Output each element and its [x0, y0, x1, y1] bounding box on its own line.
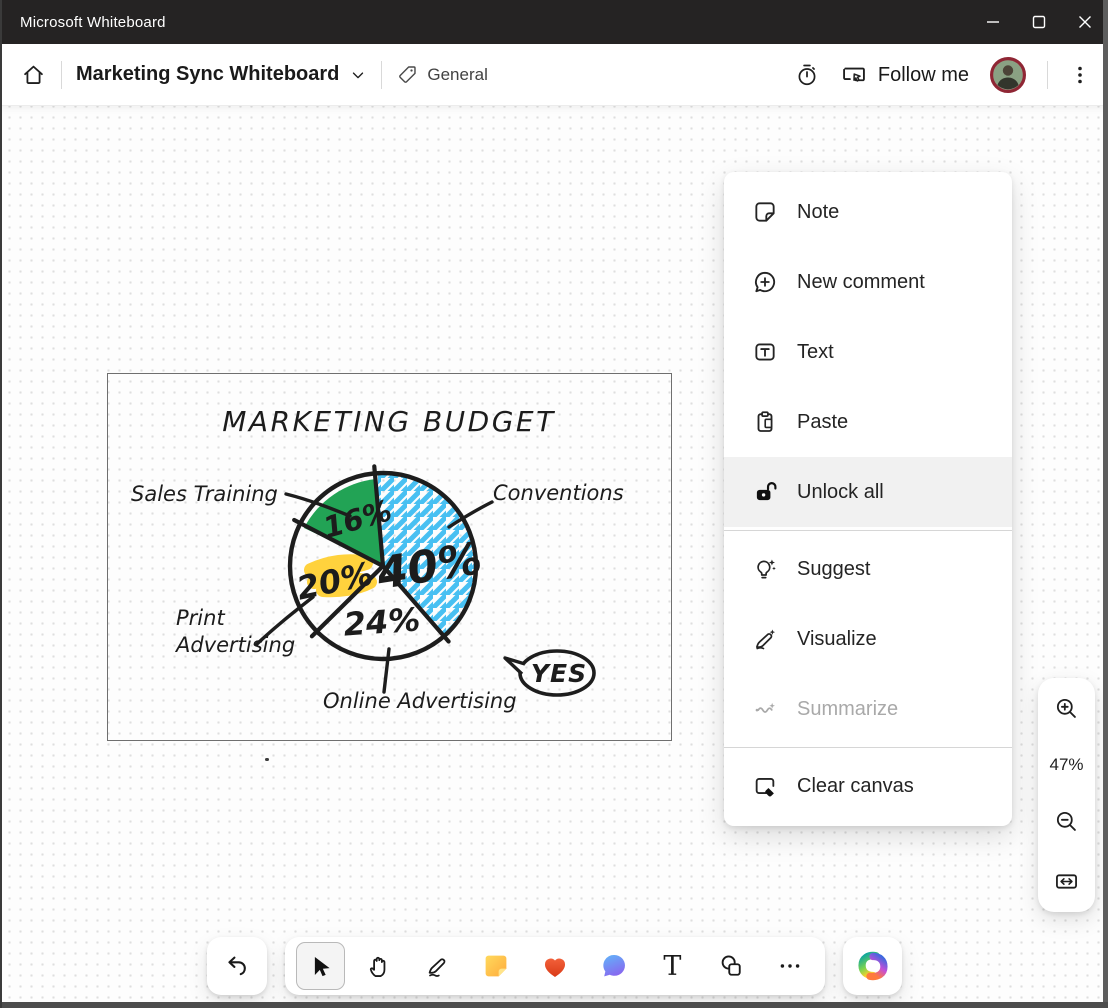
kebab-menu-icon — [1068, 62, 1092, 88]
fit-to-screen-button[interactable] — [1053, 868, 1080, 895]
menu-item-new-comment[interactable]: New comment — [724, 247, 1012, 317]
more-options-button[interactable] — [1068, 62, 1092, 88]
avatar[interactable] — [989, 56, 1027, 94]
app-title: Microsoft Whiteboard — [20, 14, 166, 31]
menu-item-text[interactable]: Text — [724, 317, 1012, 387]
more-tools-button[interactable] — [760, 937, 819, 995]
label-conventions: Conventions — [493, 481, 624, 505]
present-cursor-icon — [840, 61, 868, 89]
zoom-out-icon — [1053, 808, 1080, 835]
select-cursor-icon — [307, 953, 334, 980]
copilot-icon — [856, 949, 890, 983]
sticky-note-tool[interactable] — [467, 937, 526, 995]
zoom-out-button[interactable] — [1053, 808, 1080, 835]
loop-tag-button[interactable]: General — [396, 63, 487, 86]
follow-me-button[interactable]: Follow me — [840, 61, 969, 89]
ellipsis-icon — [777, 953, 803, 979]
close-button[interactable] — [1062, 0, 1108, 44]
timer-button[interactable] — [794, 62, 820, 88]
pan-tool[interactable] — [350, 937, 409, 995]
board-title-button[interactable]: Marketing Sync Whiteboard — [76, 63, 367, 86]
label-sales-training: Sales Training — [131, 482, 278, 506]
avatar-photo — [989, 56, 1027, 94]
home-icon — [20, 61, 47, 88]
maximize-button[interactable] — [1016, 0, 1062, 44]
menu-item-visualize[interactable]: Visualize — [724, 604, 1012, 674]
maximize-icon — [1032, 15, 1046, 29]
shapes-tool[interactable] — [702, 937, 761, 995]
header-divider — [61, 61, 62, 89]
pie-value-24: 24% — [342, 600, 421, 643]
window-edge-bottom — [0, 1002, 1108, 1008]
menu-item-paste[interactable]: Paste — [724, 387, 1012, 457]
header-divider-3 — [1047, 61, 1048, 89]
menu-item-unlock-all[interactable]: Unlock all — [724, 457, 1012, 527]
menu-item-note[interactable]: Note — [724, 177, 1012, 247]
text-tool-glyph: T — [663, 951, 681, 982]
header-divider-2 — [381, 61, 382, 89]
note-icon — [751, 199, 778, 226]
reaction-tool[interactable] — [526, 937, 585, 995]
label-print-2: Advertising — [174, 633, 295, 657]
heart-icon — [540, 951, 570, 981]
whiteboard-app: Microsoft Whiteboard Marketing Sync Whit… — [0, 0, 1108, 1008]
pen-tool[interactable] — [408, 937, 467, 995]
svg-text:YES: YES — [531, 659, 587, 688]
clear-canvas-icon — [751, 773, 778, 800]
home-button[interactable] — [20, 61, 47, 88]
timer-icon — [794, 62, 820, 88]
chevron-down-icon — [349, 66, 367, 84]
undo-button[interactable] — [207, 937, 267, 995]
menu-separator — [724, 530, 1012, 531]
yes-annotation: YES — [505, 651, 594, 695]
window-edge-left — [0, 0, 2, 1008]
zoom-level: 47% — [1049, 755, 1083, 775]
unlock-icon — [751, 479, 778, 506]
text-icon — [751, 339, 778, 366]
select-tool[interactable] — [296, 942, 345, 990]
close-icon — [1078, 15, 1092, 29]
label-online-advertising: Online Advertising — [323, 689, 517, 713]
copilot-button[interactable] — [843, 937, 902, 995]
label-print-1: Print — [176, 606, 225, 630]
fit-width-icon — [1053, 868, 1080, 895]
new-comment-icon — [751, 269, 778, 296]
pen-icon — [424, 953, 451, 980]
marketing-budget-drawing: MARKETING BUDGET 16% 40% 20% 24% — [108, 374, 670, 739]
app-header: Marketing Sync Whiteboard General — [0, 44, 1108, 106]
drawing-title: MARKETING BUDGET — [222, 405, 555, 438]
title-bar: Microsoft Whiteboard — [0, 0, 1108, 44]
zoom-in-button[interactable] — [1053, 695, 1080, 722]
shapes-icon — [717, 952, 745, 980]
menu-item-clear-canvas[interactable]: Clear canvas — [724, 751, 1012, 821]
sticky-note-icon — [481, 951, 511, 981]
canvas-context-menu: Note New comment Text Paste Unlock all — [724, 172, 1012, 826]
drawing-frame[interactable]: MARKETING BUDGET 16% 40% 20% 24% — [107, 373, 672, 741]
hand-icon — [366, 953, 393, 980]
menu-separator-2 — [724, 747, 1012, 748]
summarize-icon — [751, 696, 778, 723]
menu-item-suggest[interactable]: Suggest — [724, 534, 1012, 604]
menu-item-summarize[interactable]: Summarize — [724, 674, 1012, 744]
tools-toolbar: T — [285, 937, 825, 995]
suggest-icon — [751, 556, 778, 583]
tag-label: General — [427, 65, 487, 85]
zoom-in-icon — [1053, 695, 1080, 722]
paste-icon — [751, 409, 778, 436]
tag-icon — [396, 63, 419, 86]
minimize-icon — [986, 15, 1000, 29]
minimize-button[interactable] — [970, 0, 1016, 44]
chat-bubble-icon — [599, 951, 629, 981]
stray-ink-dot — [265, 758, 269, 761]
undo-icon — [223, 952, 251, 980]
pie-value-20: 20% — [293, 554, 376, 607]
comment-tool[interactable] — [584, 937, 643, 995]
visualize-icon — [751, 626, 778, 653]
board-title: Marketing Sync Whiteboard — [76, 63, 339, 86]
window-edge-right — [1103, 0, 1108, 1008]
zoom-panel: 47% — [1038, 678, 1095, 912]
follow-me-label: Follow me — [878, 64, 969, 87]
text-tool[interactable]: T — [643, 937, 702, 995]
